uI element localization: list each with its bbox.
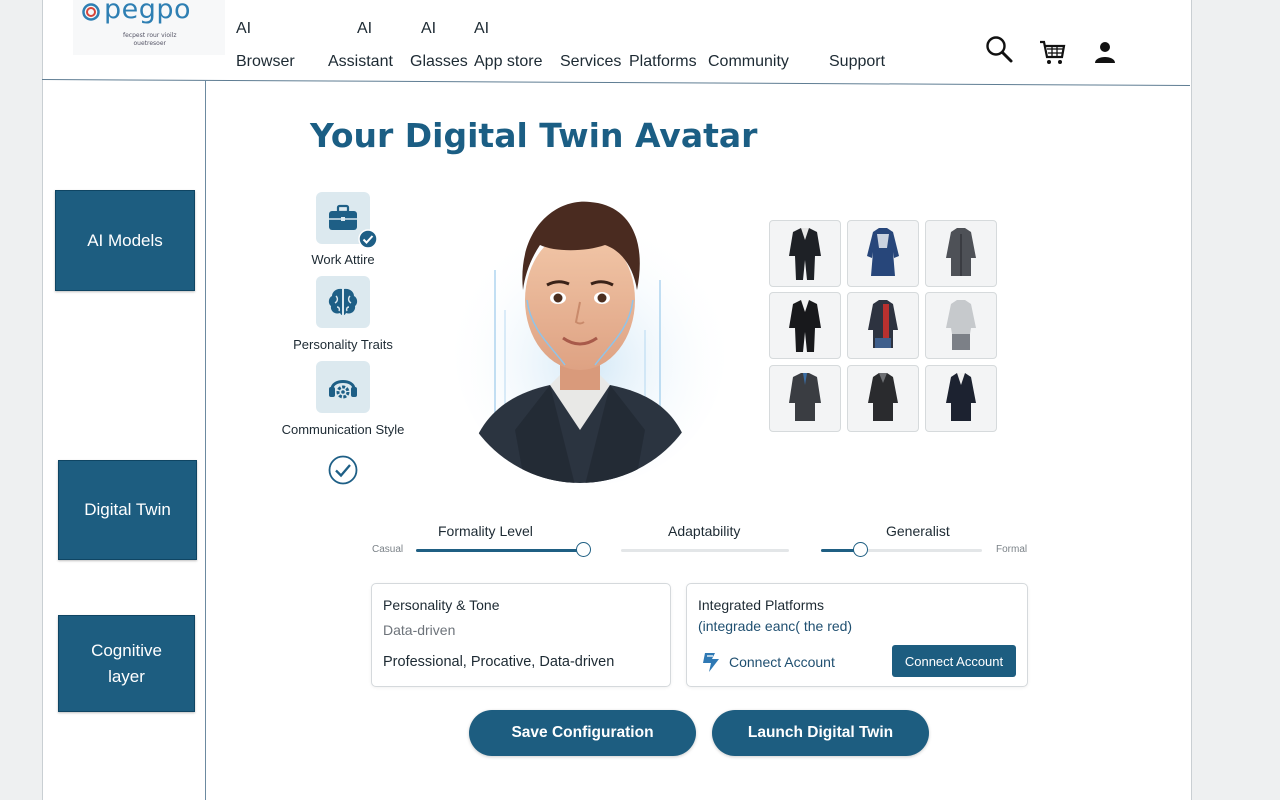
check-badge-icon <box>358 229 378 253</box>
nav-item-assistant[interactable]: Assistant <box>328 53 393 71</box>
nav-item-browser[interactable]: Browser <box>236 53 295 71</box>
formality-slider[interactable] <box>416 542 591 557</box>
sidebar-divider <box>205 80 206 800</box>
nav-item-community[interactable]: Community <box>708 53 789 71</box>
outfit-option-7[interactable] <box>769 365 841 432</box>
headset-gear-icon <box>329 380 357 399</box>
save-configuration-button[interactable]: Save Configuration <box>469 710 696 756</box>
generalist-slider-label: Generalist <box>886 523 950 539</box>
sidebar-item-label: Digital Twin <box>84 500 171 519</box>
suit-icon <box>789 227 821 280</box>
brain-icon <box>328 288 358 315</box>
adaptability-slider-label: Adaptability <box>668 523 741 539</box>
trait-communication-label: Communication Style <box>281 422 405 437</box>
outfit-option-1[interactable] <box>769 220 841 287</box>
user-icon[interactable] <box>1093 40 1117 68</box>
suit-icon <box>789 372 821 421</box>
avatar-preview <box>455 190 725 485</box>
outfit-option-8[interactable] <box>847 365 919 432</box>
briefcase-icon <box>329 204 357 230</box>
launch-digital-twin-button[interactable]: Launch Digital Twin <box>712 710 929 756</box>
trait-work-attire-label: Work Attire <box>311 252 375 267</box>
logo-tagline-2: ouetresoer <box>133 40 167 47</box>
outfit-option-9[interactable] <box>925 365 997 432</box>
sidebar-item-digital-twin[interactable]: Digital Twin <box>58 460 197 560</box>
personality-tone-card: Personality & Tone Data-driven Professio… <box>371 583 671 687</box>
outfit-option-6[interactable] <box>925 292 997 359</box>
page-title: Your Digital Twin Avatar <box>310 116 758 155</box>
blazer-icon <box>868 299 898 348</box>
nav-item-platforms[interactable]: Platforms <box>629 53 697 71</box>
nav-prefix-app-store: AI <box>474 20 490 37</box>
personality-card-subtitle: Data-driven <box>383 622 456 638</box>
logo-text: pegpo <box>104 0 192 25</box>
sidebar-item-ai-models[interactable]: AI Models <box>55 190 195 291</box>
outfit-option-2[interactable] <box>847 220 919 287</box>
nav-prefix-browser: AI <box>236 20 252 37</box>
logo-tagline: fecpest rour vioilz ouetresoer <box>123 32 177 48</box>
personality-card-title: Personality & Tone <box>383 597 500 613</box>
generalist-slider[interactable] <box>821 542 982 557</box>
nav-prefix-assistant: AI <box>357 20 373 37</box>
outfit-option-4[interactable] <box>769 292 841 359</box>
logo-wordmark: pegpo <box>82 0 192 25</box>
dress-icon <box>867 227 899 276</box>
sidebar-item-label: Cognitive layer <box>91 640 162 686</box>
platform-logo-icon <box>703 653 719 672</box>
personality-card-value: Professional, Procative, Data-driven <box>383 654 615 670</box>
integrated-platforms-card: Integrated Platforms (integrade eanc( th… <box>686 583 1028 687</box>
sidebar-item-cognitive-layer[interactable]: Cognitive layer <box>58 615 195 712</box>
formality-slider-fill <box>416 549 583 552</box>
nav-item-app-store[interactable]: App store <box>474 53 542 71</box>
slider-min-label: Casual <box>372 544 404 555</box>
connect-account-link-label: Connect Account <box>729 654 835 670</box>
connect-account-link[interactable]: Connect Account <box>699 650 835 674</box>
trait-personality-label: Personality Traits <box>293 337 393 352</box>
platforms-card-subtitle: (integrade eanc( the red) <box>698 618 853 634</box>
formality-slider-handle[interactable] <box>576 542 591 557</box>
outfit-option-3[interactable] <box>925 220 997 287</box>
nav-prefix-glasses: AI <box>421 20 437 37</box>
generalist-slider-handle[interactable] <box>852 542 868 557</box>
nav-item-glasses[interactable]: Glasses <box>410 53 468 71</box>
trait-personality-button[interactable] <box>316 276 370 328</box>
slider-max-label: Formal <box>996 544 1028 555</box>
logo-tagline-1: fecpest rour vioilz <box>123 32 177 39</box>
confirm-check-icon[interactable] <box>328 455 358 489</box>
sweater-icon <box>946 299 976 350</box>
sidebar-item-label: AI Models <box>87 230 163 250</box>
connect-account-button[interactable]: Connect Account <box>892 645 1016 677</box>
search-icon[interactable] <box>984 34 1014 68</box>
platforms-card-title: Integrated Platforms <box>698 597 825 613</box>
blazer-icon <box>946 372 976 421</box>
nav-item-services[interactable]: Services <box>560 53 621 71</box>
blazer-icon <box>868 372 898 421</box>
nav-item-support[interactable]: Support <box>829 53 885 71</box>
trait-communication-button[interactable] <box>316 361 370 413</box>
coat-icon <box>946 227 976 276</box>
cart-icon[interactable] <box>1038 38 1066 70</box>
suit-icon <box>789 299 821 352</box>
formality-slider-label: Formality Level <box>438 523 533 539</box>
outfit-option-5[interactable] <box>847 292 919 359</box>
logo[interactable]: pegpo fecpest rour vioilz ouetresoer <box>73 0 225 55</box>
logo-ring-icon <box>82 3 100 21</box>
adaptability-slider[interactable] <box>621 549 789 552</box>
